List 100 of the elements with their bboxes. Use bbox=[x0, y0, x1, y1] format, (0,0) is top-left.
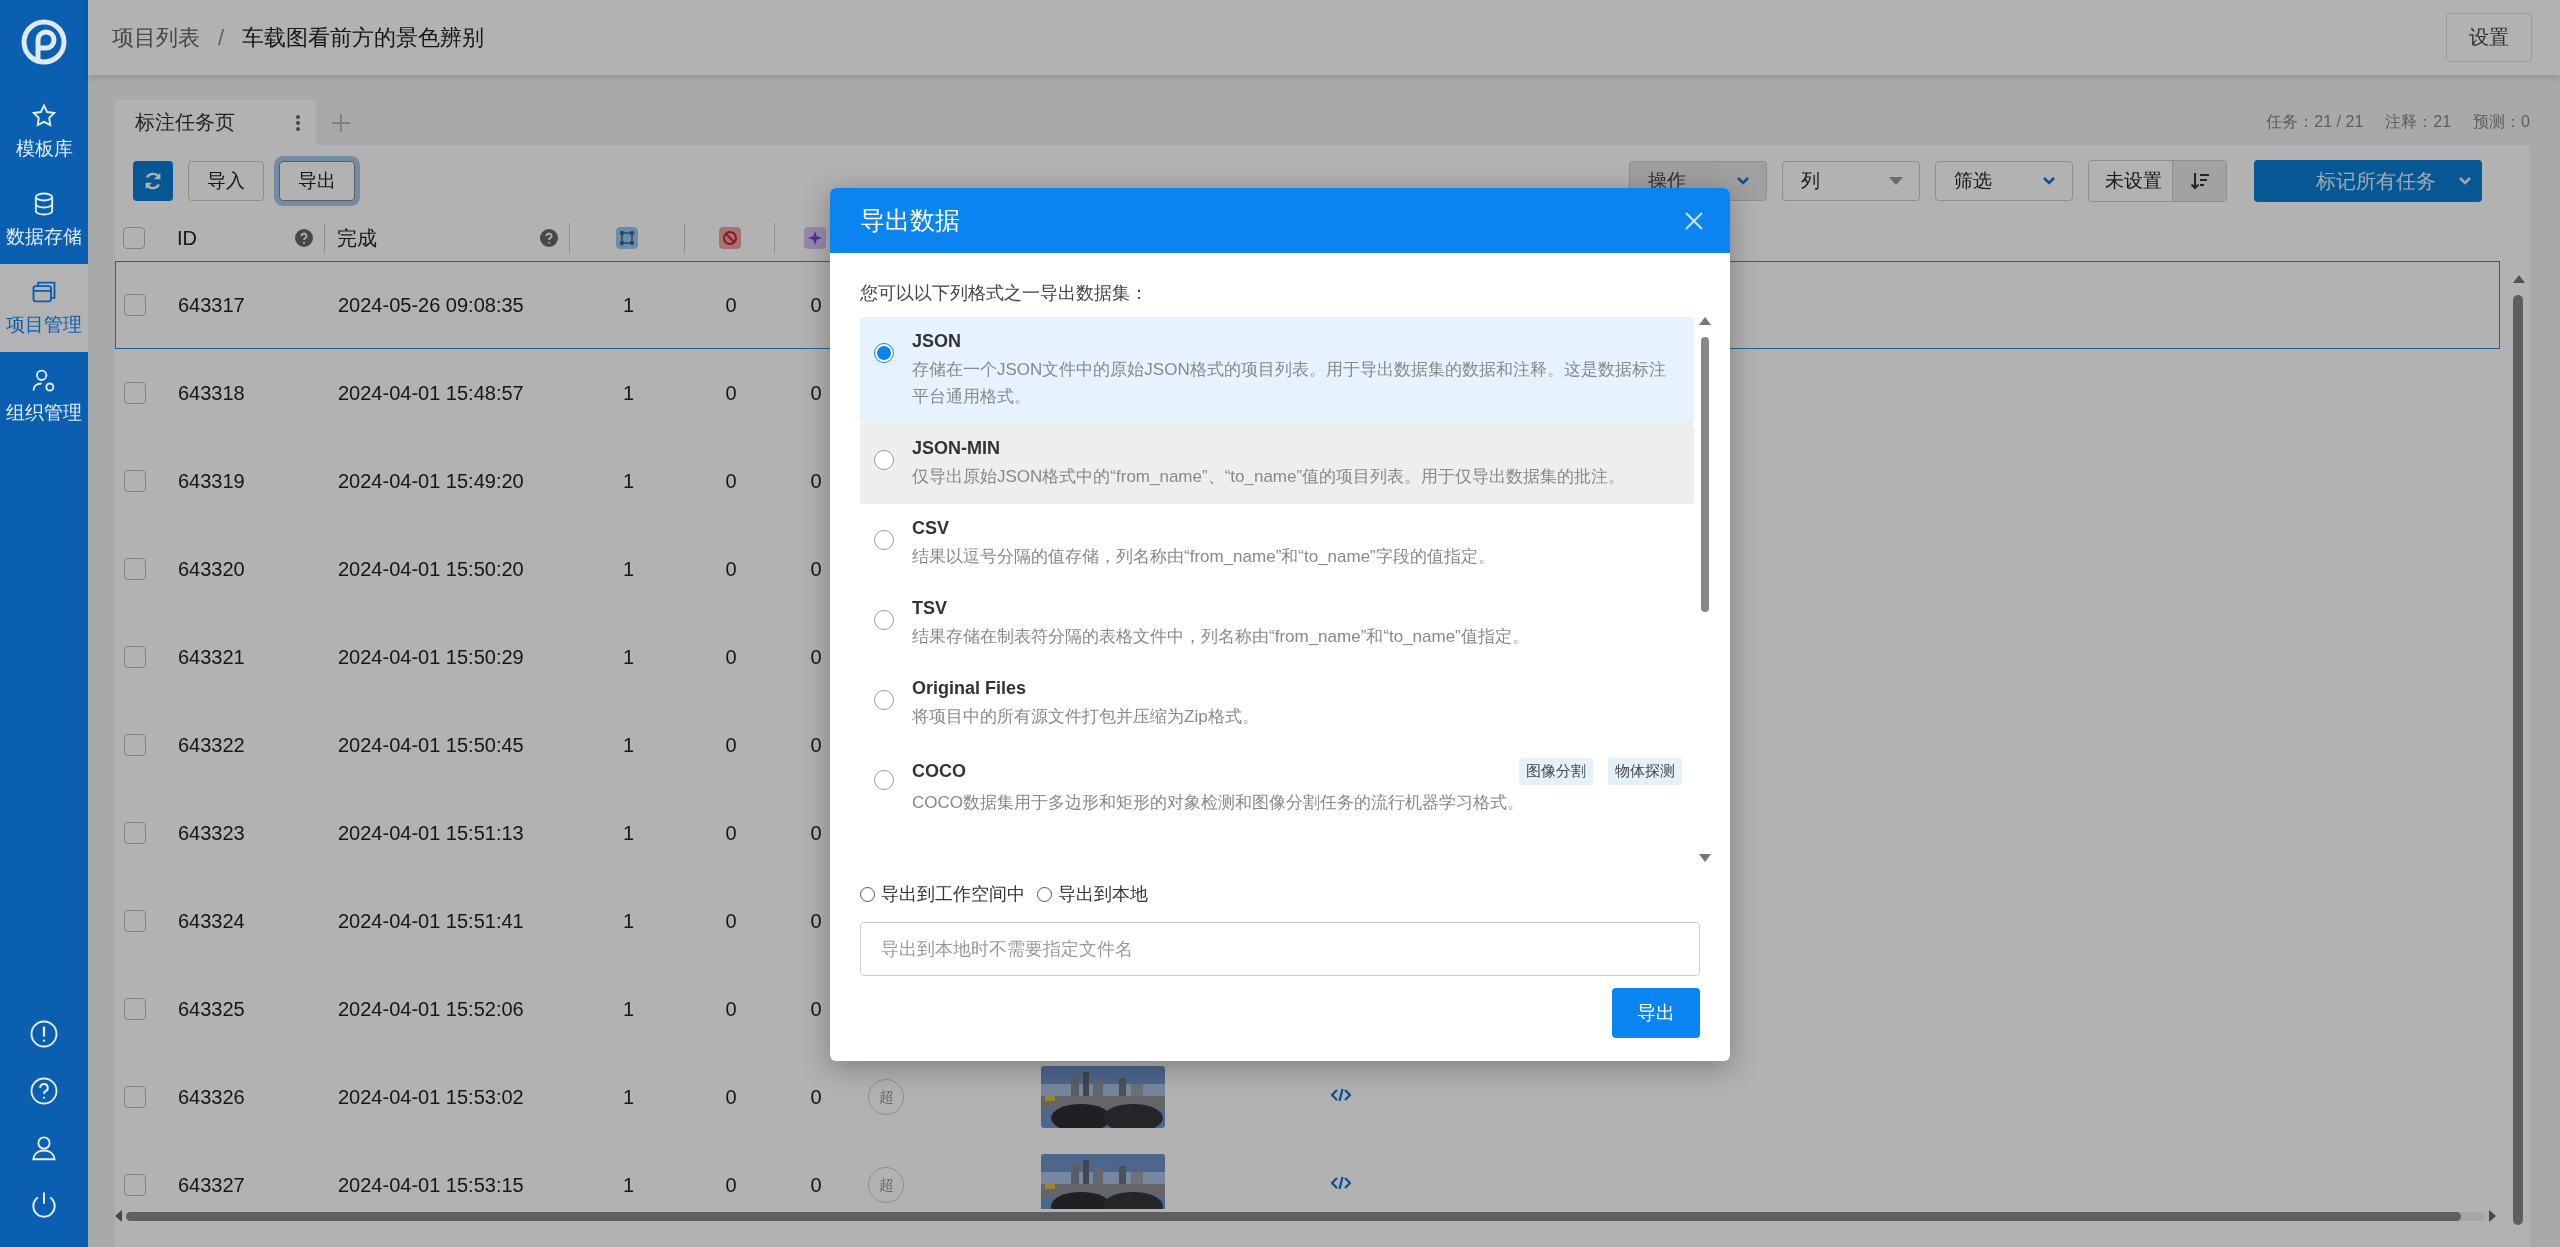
help-icon[interactable] bbox=[29, 1076, 59, 1106]
row-checkbox[interactable] bbox=[124, 998, 146, 1020]
table-cell: 0 bbox=[810, 645, 822, 668]
format-description: 将项目中的所有源文件打包并压缩为Zip格式。 bbox=[912, 706, 1260, 728]
format-name: Original Files bbox=[912, 678, 1027, 699]
format-option[interactable]: JSON-MIN 仅导出原始JSON格式中的“from_name”、“to_name”值的项目列表。用于仅导出数据集的批注。 bbox=[860, 424, 1694, 504]
help-icon[interactable] bbox=[294, 228, 314, 248]
table-cell: 0 bbox=[725, 997, 737, 1020]
breadcrumb-item[interactable]: 项目列表 bbox=[112, 22, 200, 53]
column-header[interactable]: 完成 bbox=[337, 224, 377, 252]
table-cell: 0 bbox=[810, 1173, 822, 1196]
format-option[interactable]: TSV 结果存储在制表符分隔的表格文件中，列名称由“from_name”和“to_name”值指定。 bbox=[860, 584, 1694, 664]
help-icon[interactable] bbox=[539, 228, 559, 248]
table-cell: 0 bbox=[810, 909, 822, 932]
format-name: JSON bbox=[912, 331, 962, 352]
format-option[interactable]: JSON 存储在一个JSON文件中的原始JSON格式的项目列表。用于导出数据集的数据和注释。这是数据标注平台通用格式。 bbox=[860, 317, 1694, 424]
radio-button[interactable] bbox=[874, 690, 894, 710]
radio-button[interactable] bbox=[874, 450, 894, 470]
row-checkbox[interactable] bbox=[124, 1174, 146, 1196]
format-option[interactable]: COCO 图像分割 物体探测 COCO数据集用于多边形和矩形的对象检测和图像分割任务的流行机器学习格式。 bbox=[860, 744, 1694, 830]
column-header[interactable]: ID bbox=[177, 226, 197, 250]
power-icon[interactable] bbox=[29, 1190, 59, 1220]
filename-field[interactable]: 导出到本地时不需要指定文件名 bbox=[860, 922, 1700, 976]
sidebar-item[interactable]: 组织管理 bbox=[0, 352, 88, 440]
stat-text: 预测：0 bbox=[2473, 112, 2530, 132]
sort-icon bbox=[2189, 171, 2210, 191]
toolbar-button[interactable]: 导入 bbox=[188, 161, 264, 201]
chevron-down-icon bbox=[2042, 176, 2056, 186]
table-cell: 0 bbox=[725, 821, 737, 844]
table-cell: 0 bbox=[810, 469, 822, 492]
row-checkbox[interactable] bbox=[124, 470, 146, 492]
table-cell-text: 2024-04-01 15:48:57 bbox=[337, 381, 525, 405]
table-cell: 1 bbox=[622, 733, 635, 756]
table-cell: 0 bbox=[725, 733, 737, 756]
dropdown[interactable]: 筛选 bbox=[1935, 161, 2073, 201]
refresh-button[interactable] bbox=[133, 161, 173, 201]
format-option[interactable]: CSV 结果以逗号分隔的值存储，列名称由“from_name”和“to_name”字段的值指定。 bbox=[860, 504, 1694, 584]
dropdown[interactable]: 列 bbox=[1782, 161, 1920, 201]
table-cell-text: 643321 bbox=[177, 645, 246, 669]
table-cell: 1 bbox=[622, 1085, 635, 1108]
table-cell-text: 2024-04-01 15:51:41 bbox=[337, 909, 525, 933]
row-checkbox[interactable] bbox=[124, 646, 146, 668]
code-icon[interactable] bbox=[1331, 1175, 1351, 1191]
row-checkbox[interactable] bbox=[124, 1086, 146, 1108]
add-tab-icon[interactable] bbox=[330, 112, 352, 134]
breadcrumb-separator: / bbox=[218, 24, 225, 51]
dialog-intro: 您可以以下列格式之一导出数据集： bbox=[860, 282, 1149, 305]
row-checkbox[interactable] bbox=[124, 734, 146, 756]
table-cell: 0 bbox=[725, 909, 737, 932]
caret-down-icon bbox=[1889, 177, 1903, 185]
sidebar-item[interactable]: 模板库 bbox=[0, 88, 88, 176]
sort-button[interactable] bbox=[2172, 161, 2226, 201]
horizontal-scrollbar[interactable] bbox=[115, 1209, 2496, 1223]
destination-radio[interactable]: 导出到本地 bbox=[1037, 882, 1148, 906]
breadcrumb-item: 车载图看前方的景色辨别 bbox=[242, 23, 485, 52]
select-all-checkbox[interactable] bbox=[123, 227, 145, 249]
radio-button[interactable] bbox=[874, 530, 894, 550]
radio-button[interactable] bbox=[874, 770, 894, 790]
close-icon[interactable] bbox=[1684, 210, 1704, 231]
prohibited-icon[interactable] bbox=[718, 227, 741, 249]
table-cell-text: 643324 bbox=[177, 909, 246, 933]
table-cell-text: 2024-04-01 15:50:45 bbox=[337, 733, 525, 757]
format-description: COCO数据集用于多边形和矩形的对象检测和图像分割任务的流行机器学习格式。 bbox=[912, 792, 1525, 814]
table-cell-text: 643323 bbox=[177, 821, 246, 845]
list-scrollbar[interactable] bbox=[1698, 317, 1712, 862]
table-cell: 0 bbox=[810, 997, 822, 1020]
table-cell: 1 bbox=[622, 645, 635, 668]
table-cell-text: 643318 bbox=[177, 381, 246, 405]
table-cell-text: 643319 bbox=[177, 469, 246, 493]
kebab-icon[interactable] bbox=[295, 113, 301, 132]
export-button[interactable]: 导出 bbox=[1612, 988, 1700, 1038]
table-cell-text: 643322 bbox=[177, 733, 246, 757]
table-cell-text: 643327 bbox=[177, 1173, 246, 1197]
radio-button[interactable] bbox=[874, 610, 894, 630]
stat-text: 任务：21 / 21 bbox=[2266, 112, 2364, 132]
table-cell-text: 643317 bbox=[177, 293, 246, 317]
row-checkbox[interactable] bbox=[124, 822, 146, 844]
format-name: CSV bbox=[912, 518, 949, 539]
radio-button[interactable] bbox=[874, 343, 894, 363]
nodes-icon[interactable] bbox=[616, 227, 638, 249]
row-checkbox[interactable] bbox=[124, 910, 146, 932]
sidebar-item[interactable]: 数据存储 bbox=[0, 176, 88, 264]
table-cell: 1 bbox=[622, 1173, 635, 1196]
row-checkbox[interactable] bbox=[124, 382, 146, 404]
table-cell-text: 2024-04-01 15:52:06 bbox=[337, 997, 525, 1021]
row-checkbox[interactable] bbox=[124, 294, 146, 316]
table-cell-text: 2024-04-01 15:53:15 bbox=[337, 1173, 525, 1197]
format-name: TSV bbox=[912, 598, 947, 619]
destination-radio[interactable]: 导出到工作空间中 bbox=[860, 882, 1025, 906]
format-option[interactable]: Original Files 将项目中的所有源文件打包并压缩为Zip格式。 bbox=[860, 664, 1694, 744]
alert-icon[interactable] bbox=[29, 1019, 59, 1049]
sparkle-icon[interactable] bbox=[804, 227, 826, 249]
table-cell: 0 bbox=[725, 1085, 737, 1108]
format-tag: 图像分割 bbox=[1519, 758, 1593, 785]
tab[interactable]: 标注任务页 bbox=[115, 100, 316, 145]
settings-button[interactable]: 设置 bbox=[2446, 13, 2532, 62]
chevron-down-icon bbox=[2458, 176, 2472, 186]
code-icon[interactable] bbox=[1331, 1087, 1351, 1103]
table-cell: 0 bbox=[725, 1173, 737, 1196]
row-checkbox[interactable] bbox=[124, 558, 146, 580]
